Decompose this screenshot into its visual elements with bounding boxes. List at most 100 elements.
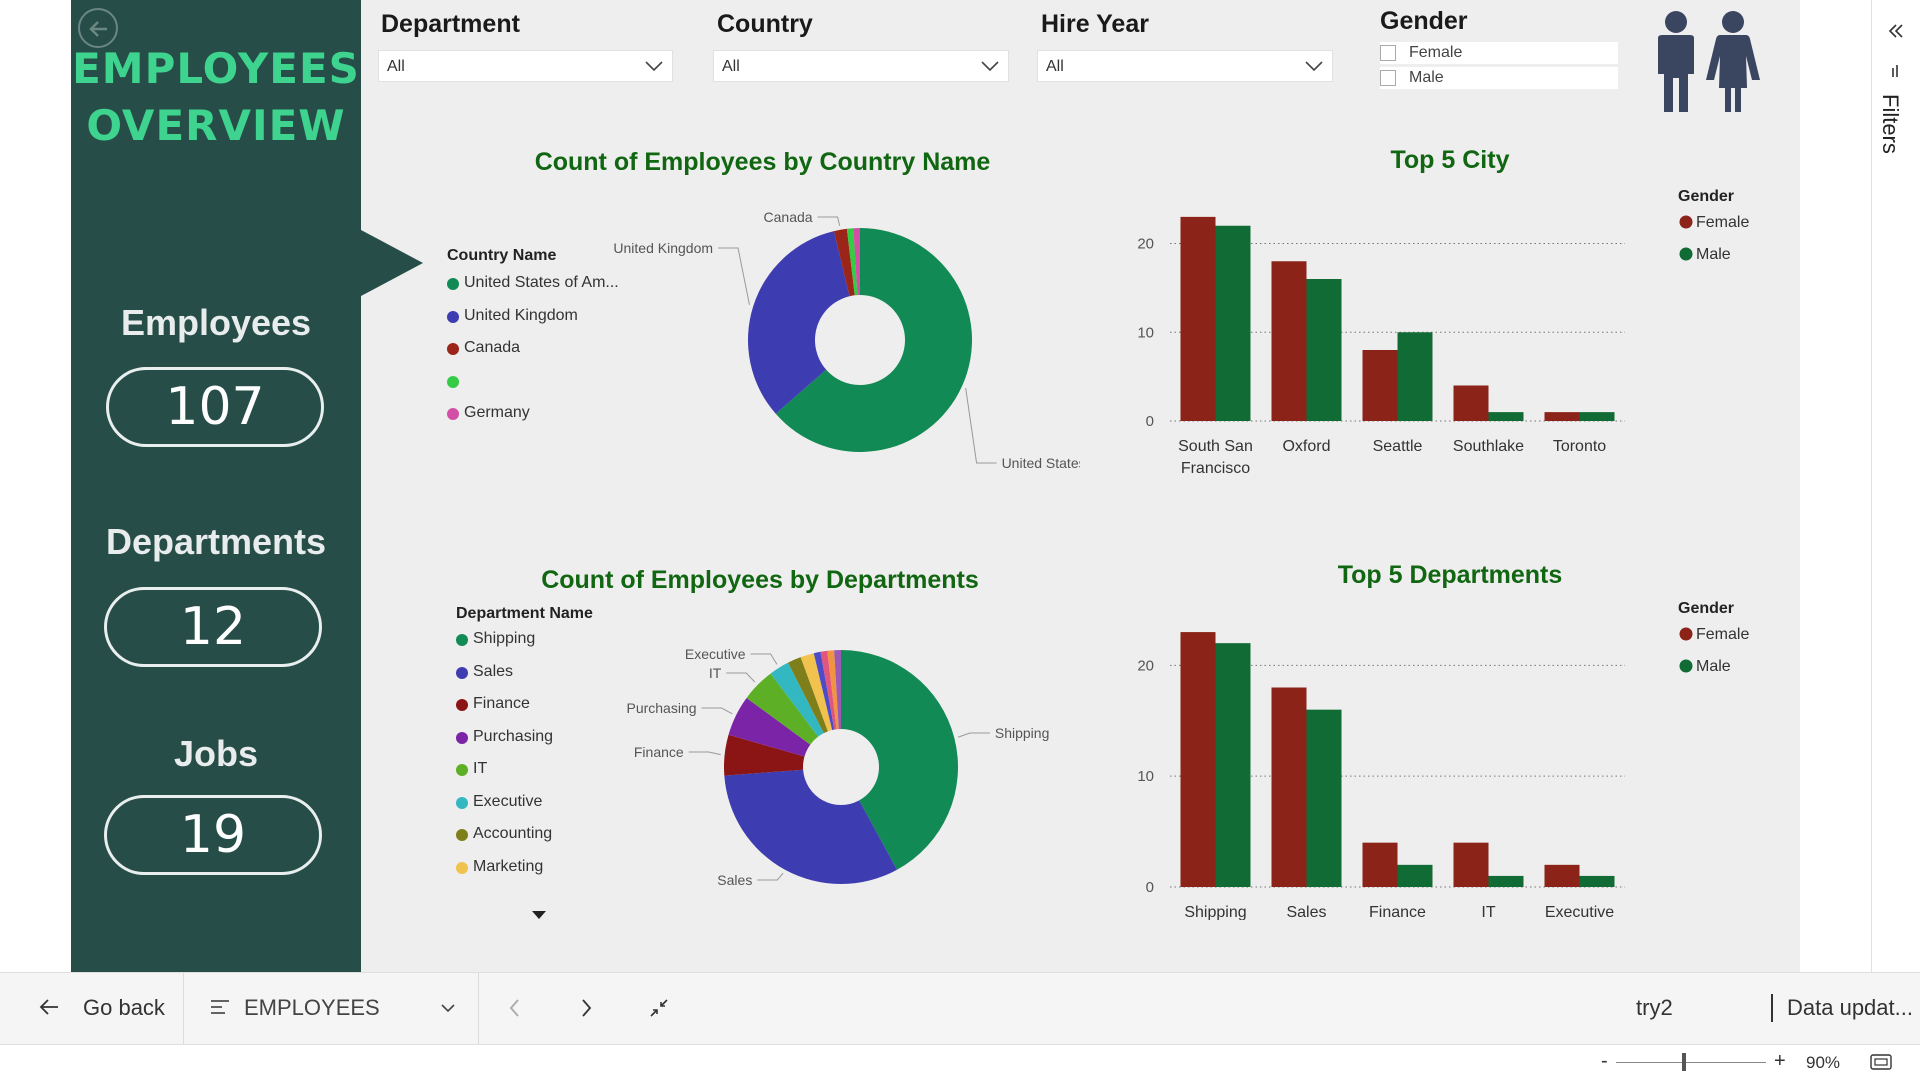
dept-legend-item[interactable]: Executive [456,793,542,811]
bar-male[interactable] [1306,709,1342,887]
bar-female[interactable] [1362,350,1398,421]
legend-label[interactable]: Male [1696,658,1731,675]
zoom-slider-thumb[interactable] [1682,1053,1686,1071]
bar-female[interactable] [1271,687,1307,888]
scroll-down-icon[interactable] [532,910,546,920]
bar-female[interactable] [1453,385,1489,422]
legend-dot [1679,659,1693,673]
kpi-departments-value: 12 [104,587,322,667]
chevron-down-icon [981,61,999,72]
chevron-down-icon[interactable] [440,1003,456,1013]
arrow-left-icon[interactable] [38,997,60,1017]
bar-male[interactable] [1488,412,1524,421]
donut-slice[interactable] [724,769,898,884]
x-tick-label: Shipping [1184,904,1246,920]
country-legend-item[interactable]: Canada [447,339,520,357]
fit-to-page-icon[interactable] [649,998,669,1018]
page-selector[interactable]: EMPLOYEES [244,972,380,1044]
legend-dot [456,764,468,776]
kpi-jobs-label: Jobs [173,733,259,774]
go-back-button[interactable]: Go back [83,972,165,1044]
hire-year-slicer-title: Hire Year [1041,10,1149,38]
bar-female[interactable] [1180,216,1216,421]
data-label-leader [726,672,756,683]
legend-label[interactable]: Female [1696,626,1749,643]
data-label-leader [718,247,750,305]
bar-female[interactable] [1271,261,1307,421]
bar-male[interactable] [1397,864,1433,887]
bar-male[interactable] [1488,875,1524,887]
legend-label: Purchasing [473,727,554,745]
bar-female[interactable] [1362,842,1398,887]
dept-legend-item[interactable]: Marketing [456,858,543,876]
bar-male[interactable] [1215,225,1251,421]
bar-female[interactable] [1544,864,1580,887]
bar-male[interactable] [1397,332,1433,421]
gender-option-male[interactable]: Male [1380,67,1618,89]
hire-year-slicer-dropdown[interactable]: All [1037,50,1333,82]
zoom-in-button[interactable]: + [1774,1050,1786,1073]
data-label-leader [701,707,733,715]
country-legend-title: Country Name [447,247,557,264]
legend-dot [1679,215,1693,229]
checkbox[interactable] [1380,45,1396,61]
bar-male[interactable] [1215,643,1251,887]
brand-title-line2: OVERVIEW [86,101,346,150]
data-label-leader [688,751,721,756]
legend-label: Accounting [473,825,553,842]
y-tick-label: 10 [1137,324,1154,341]
previous-page-icon[interactable] [508,998,520,1018]
dept-legend-item[interactable]: Sales [456,663,513,681]
gender-option-female[interactable]: Female [1380,42,1618,64]
bar-male[interactable] [1579,875,1615,887]
legend-label: Marketing [473,857,544,875]
legend-label: Germany [464,404,530,421]
x-tick-label: Francisco [1181,460,1250,477]
bar-female[interactable] [1180,632,1216,887]
filters-label[interactable]: Filters [1877,94,1903,154]
x-tick-label: Executive [1545,904,1614,920]
dept-legend-item[interactable]: Accounting [456,825,552,843]
back-button[interactable] [78,8,118,48]
bar-male[interactable] [1579,412,1615,421]
country-legend-item[interactable]: United Kingdom [447,307,578,325]
bar-female[interactable] [1453,842,1489,887]
dept-bar-title: Top 5 Departments [1337,561,1563,589]
checkbox[interactable] [1380,70,1396,86]
legend-dot [456,796,468,809]
data-label: Canada [764,209,813,225]
country-donut-title: Count of Employees by Country Name [534,148,991,176]
country-slicer-dropdown[interactable]: All [713,50,1009,82]
department-slicer-dropdown[interactable]: All [378,50,673,82]
collapse-panel-icon[interactable] [1888,24,1904,38]
dept-legend-title: Department Name [456,605,593,622]
legend-label: Shipping [473,630,536,647]
bar-female[interactable] [1544,412,1580,421]
legend-dot [447,343,459,355]
country-legend-item[interactable]: Germany [447,404,530,422]
zoom-out-button[interactable]: - [1601,1050,1608,1073]
dept-legend-item[interactable]: Purchasing [456,728,553,746]
dept-legend-item[interactable]: IT [456,760,487,778]
department-slicer-value: All [387,58,405,75]
y-tick-label: 0 [1146,413,1154,430]
city-bar-chart: 0 10 20 South San Francisco Oxford Seattle Sout… [1137,188,1749,477]
page-list-icon [211,1000,229,1014]
next-page-icon[interactable] [581,998,593,1018]
dept-legend-item[interactable]: Shipping [456,630,535,648]
legend-dot [456,634,468,646]
data-label: United States of America [1002,455,1080,471]
y-tick-label: 10 [1137,768,1154,785]
bar-male[interactable] [1306,279,1342,421]
legend-dot [1679,247,1693,261]
fit-window-icon[interactable] [1870,1054,1892,1070]
country-legend-item[interactable]: United States of Am... [447,274,619,292]
data-label-leader [750,653,778,665]
legend-label[interactable]: Female [1696,214,1749,231]
legend-dot [456,731,468,744]
legend-label: Sales [473,662,514,680]
dept-legend-item[interactable]: Finance [456,695,530,713]
legend-label[interactable]: Male [1696,246,1731,263]
kpi-employees-value: 107 [106,367,324,447]
zoom-slider-track[interactable] [1616,1062,1766,1063]
